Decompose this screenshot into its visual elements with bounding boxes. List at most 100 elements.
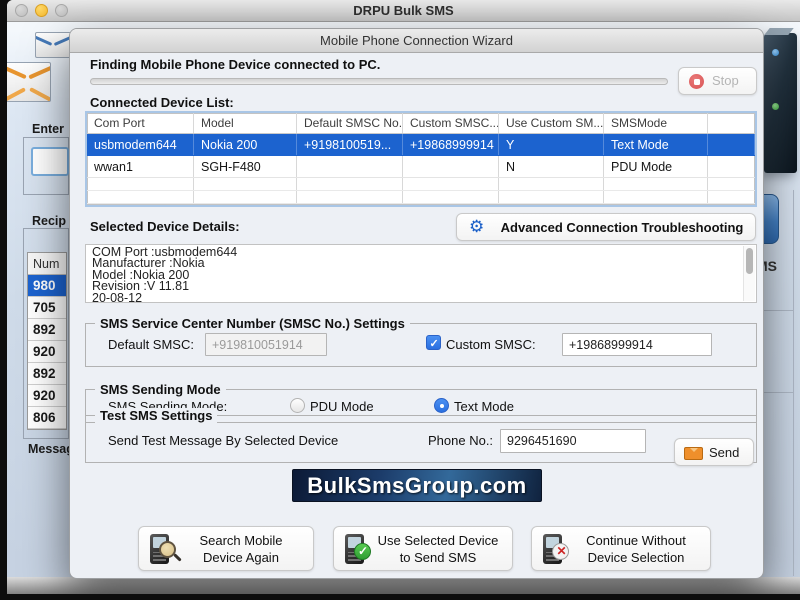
list-item[interactable]: 705 bbox=[28, 297, 66, 319]
detail-line: 20-08-12 bbox=[92, 293, 740, 304]
list-item[interactable]: 920 bbox=[28, 385, 66, 407]
envelope-fold bbox=[7, 87, 27, 102]
detail-line: Model :Nokia 200 bbox=[92, 270, 740, 281]
empty-table-row bbox=[87, 178, 755, 191]
custom-smsc-checkbox[interactable] bbox=[426, 335, 441, 350]
column-header[interactable]: Com Port bbox=[87, 113, 194, 133]
custom-smsc-field[interactable] bbox=[562, 333, 712, 356]
envelope-flap bbox=[29, 65, 51, 79]
list-item[interactable]: 806 bbox=[28, 407, 66, 429]
list-item[interactable]: 892 bbox=[28, 363, 66, 385]
search-device-again-label: Search Mobile Device Again bbox=[173, 532, 309, 566]
phone-tower-image bbox=[764, 33, 797, 173]
window-bottom-edge bbox=[7, 577, 800, 594]
cell-custom-smsc bbox=[403, 156, 499, 177]
send-envelope-icon bbox=[684, 447, 703, 460]
label-line: Search Mobile bbox=[199, 533, 282, 548]
search-progress-bar bbox=[90, 78, 668, 85]
phone-no-field[interactable] bbox=[500, 429, 646, 453]
continue-without-device-button[interactable]: Continue Without Device Selection bbox=[531, 526, 711, 571]
finding-heading: Finding Mobile Phone Device connected to… bbox=[90, 57, 380, 72]
table-row[interactable]: usbmodem644 Nokia 200 +9198100519... +19… bbox=[87, 134, 755, 156]
default-smsc-field[interactable] bbox=[205, 333, 327, 356]
cell-use-custom: Y bbox=[499, 134, 604, 155]
cell-model: Nokia 200 bbox=[194, 134, 297, 155]
column-header[interactable]: Default SMSC No. bbox=[297, 113, 403, 133]
cell-use-custom: N bbox=[499, 156, 604, 177]
device-details-box[interactable]: COM Port :usbmodem644 Manufacturer :Noki… bbox=[85, 244, 757, 303]
advanced-button-label: Advanced Connection Troubleshooting bbox=[495, 220, 749, 235]
send-button[interactable]: Send bbox=[674, 438, 754, 466]
cell-model: SGH-F480 bbox=[194, 156, 297, 177]
scrollbar-thumb[interactable] bbox=[746, 248, 753, 274]
column-header[interactable]: SMSMode bbox=[604, 113, 708, 133]
bulksmsgroup-banner: BulkSmsGroup.com bbox=[292, 469, 542, 502]
label-line: to Send SMS bbox=[400, 550, 477, 565]
list-item[interactable]: 920 bbox=[28, 341, 66, 363]
test-sms-title: Test SMS Settings bbox=[95, 408, 217, 423]
advanced-troubleshooting-button[interactable]: Advanced Connection Troubleshooting bbox=[456, 213, 756, 241]
test-sms-description: Send Test Message By Selected Device bbox=[108, 433, 338, 448]
blue-envelope-icon bbox=[35, 32, 71, 58]
cell-com-port: usbmodem644 bbox=[87, 134, 194, 155]
continue-without-device-label: Continue Without Device Selection bbox=[566, 532, 706, 566]
smsc-group-title: SMS Service Center Number (SMSC No.) Set… bbox=[95, 316, 410, 331]
tower-led-green bbox=[772, 103, 779, 110]
text-mode-radio[interactable] bbox=[434, 398, 449, 413]
list-item[interactable]: 980 bbox=[28, 275, 66, 297]
detail-line: Manufacturer :Nokia bbox=[92, 258, 740, 269]
orange-envelope-icon bbox=[7, 62, 51, 102]
column-header[interactable]: Custom SMSC... bbox=[403, 113, 499, 133]
bg-enter-label: Enter bbox=[32, 122, 64, 136]
cell-sms-mode: PDU Mode bbox=[604, 156, 708, 177]
pdu-mode-radio[interactable] bbox=[290, 398, 305, 413]
window-title: DRPU Bulk SMS bbox=[7, 3, 800, 18]
dialog-title: Mobile Phone Connection Wizard bbox=[70, 29, 763, 53]
pdu-mode-label: PDU Mode bbox=[310, 399, 374, 414]
bg-text-input[interactable] bbox=[31, 147, 69, 176]
app-window: DRPU Bulk SMS Enter Recip Num 980 705 89… bbox=[7, 0, 800, 594]
smsc-settings-group: SMS Service Center Number (SMSC No.) Set… bbox=[85, 323, 757, 367]
window-titlebar: DRPU Bulk SMS bbox=[7, 0, 800, 22]
stop-icon bbox=[689, 74, 704, 89]
column-header[interactable]: Model bbox=[194, 113, 297, 133]
test-sms-group: Test SMS Settings Send Test Message By S… bbox=[85, 415, 757, 463]
use-selected-device-button[interactable]: Use Selected Device to Send SMS bbox=[333, 526, 513, 571]
cell-sms-mode: Text Mode bbox=[604, 134, 708, 155]
connected-device-table: Com Port Model Default SMSC No. Custom S… bbox=[85, 111, 757, 207]
envelope-fold bbox=[29, 87, 51, 102]
column-header-spacer bbox=[708, 113, 755, 133]
gear-icon bbox=[469, 218, 487, 236]
bg-recipients-label: Recip bbox=[32, 214, 66, 228]
label-line: Continue Without bbox=[586, 533, 686, 548]
text-mode-label: Text Mode bbox=[454, 399, 514, 414]
label-line: Device Again bbox=[203, 550, 279, 565]
table-row[interactable]: wwan1 SGH-F480 N PDU Mode bbox=[87, 156, 755, 178]
envelope-flap bbox=[35, 35, 53, 46]
column-header[interactable]: Use Custom SM... bbox=[499, 113, 604, 133]
stop-button[interactable]: Stop bbox=[678, 67, 757, 95]
numbers-header: Num bbox=[28, 253, 66, 275]
connection-wizard-dialog: Mobile Phone Connection Wizard Finding M… bbox=[69, 28, 764, 579]
details-label: Selected Device Details: bbox=[90, 219, 240, 234]
label-line: Device Selection bbox=[588, 550, 685, 565]
use-selected-device-label: Use Selected Device to Send SMS bbox=[368, 532, 508, 566]
envelope-flap bbox=[7, 65, 27, 79]
search-device-again-button[interactable]: Search Mobile Device Again bbox=[138, 526, 314, 571]
cell-spacer bbox=[708, 134, 755, 155]
empty-table-row bbox=[87, 191, 755, 204]
bg-message-label: Messag bbox=[28, 442, 74, 456]
sending-mode-title: SMS Sending Mode bbox=[95, 382, 226, 397]
detail-line: Revision :V 11.81 bbox=[92, 281, 740, 292]
table-header-row: Com Port Model Default SMSC No. Custom S… bbox=[87, 113, 755, 134]
phone-no-label: Phone No.: bbox=[428, 433, 493, 448]
default-smsc-label: Default SMSC: bbox=[108, 337, 194, 352]
bg-panel-border bbox=[793, 190, 794, 576]
bg-numbers-table: Num 980 705 892 920 892 920 806 bbox=[27, 252, 67, 430]
cell-com-port: wwan1 bbox=[87, 156, 194, 177]
device-list-label: Connected Device List: bbox=[90, 95, 234, 110]
scrollbar-track[interactable] bbox=[743, 246, 755, 301]
cell-custom-smsc: +19868999914 bbox=[403, 134, 499, 155]
list-item[interactable]: 892 bbox=[28, 319, 66, 341]
cell-default-smsc bbox=[297, 156, 403, 177]
